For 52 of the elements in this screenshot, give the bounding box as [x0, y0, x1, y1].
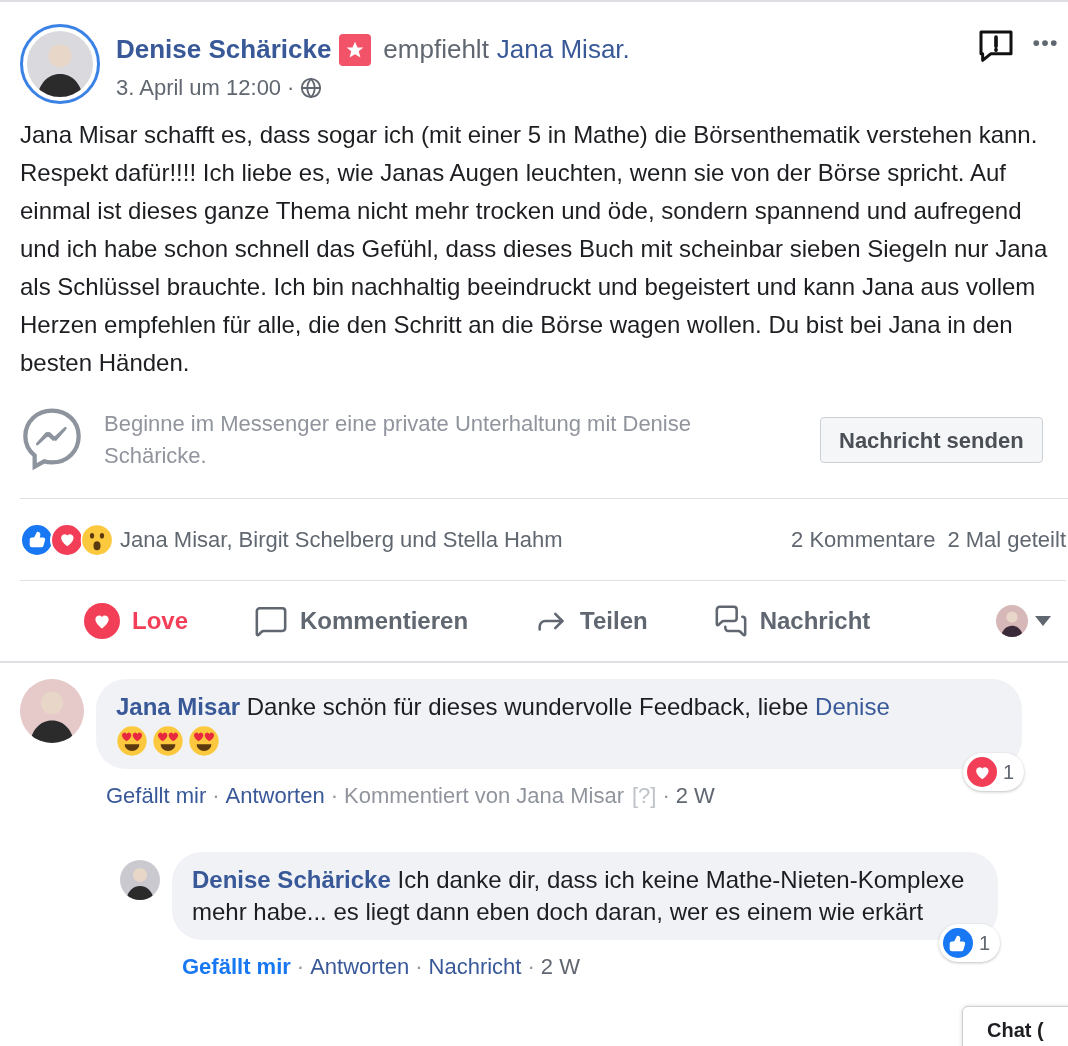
messenger-prompt: Beginne im Messenger eine private Unterhaltung mit Denise Schäricke. [104, 410, 692, 470]
wow-reaction-icon [80, 522, 114, 557]
reaction-badge[interactable]: 1 [962, 753, 1024, 791]
comment-count[interactable]: 2 Kommentare [791, 523, 936, 556]
comment-action-link[interactable]: Antworten [225, 779, 325, 812]
comment-text: Denise Schäricke Ich danke dir, dass ich keine Mathe-Nieten-Komplexe mehr habe... es liegt dann eben doch daran, wer es einem wie erkärt [192, 865, 966, 927]
chat-tab[interactable]: Chat ( [962, 1006, 1068, 1046]
comment-text: Jana Misar Danke schön für dieses wundervolle Feedback, liebe Denise [116, 692, 891, 722]
like-reaction-icon [940, 926, 975, 960]
separator-dot: · [527, 953, 535, 981]
action-button[interactable]: Love [84, 603, 188, 639]
comment-action-link[interactable]: Gefällt mir [106, 779, 207, 812]
heart-eyes-emoji-icon [152, 725, 184, 757]
heart-eyes-emoji-icon [116, 725, 148, 757]
comment-icon [254, 604, 288, 638]
recommend-verb: empfiehlt [383, 33, 489, 66]
separator-dot: · [662, 782, 670, 810]
post-text: Jana Misar schafft es, dass sogar ich (mit einer 5 in Mathe) die Börsenthematik verstehen kann. Respekt dafür!!!! Ich liebe es, wie Janas Augen leuchten, wenn sie von der Börse spricht. Auf einmal ist dieses ganze Thema nicht mehr trocken und öde, sondern spannend und aufregend und ich habe schon schnell das Gefühl, dass dieses Buch mit scheinbar sieben Siegeln nur Jana als Schlüssel brauchte. Ich bin nachhaltig beeindruckt und begeistert und kann Jana aus vollem Herzen empfehlen für alle, die den Schritt an die Börse wagen wollen. Du bist bei Jana in den besten Händen. [19, 120, 1049, 378]
comment-action-link[interactable]: Antworten [310, 950, 410, 983]
love-reaction-icon [964, 755, 999, 789]
comment-age: 2 W [675, 782, 715, 810]
separator-dot: · [296, 953, 305, 981]
separator-dot: · [330, 782, 338, 810]
separator-dot: · [415, 953, 423, 981]
comment-age: 2 W [540, 953, 580, 981]
action-button[interactable]: Kommentieren [254, 603, 469, 639]
separator-dot: · [212, 782, 220, 810]
share-count[interactable]: 2 Mal geteilt [947, 523, 1066, 556]
separator-dot: · [287, 74, 295, 102]
commented-by-note: Kommentiert von Jana Misar [343, 782, 624, 810]
avatar[interactable] [20, 24, 100, 104]
avatar [996, 605, 1028, 637]
author-name[interactable]: Denise Schäricke [116, 30, 332, 69]
caret-icon [1034, 615, 1052, 627]
comment-action-link[interactable]: Nachricht [428, 950, 522, 983]
globe-icon [300, 76, 323, 99]
send-message-button[interactable]: Nachricht senden [820, 417, 1043, 463]
message-icon [713, 604, 748, 638]
comment-author[interactable]: Denise Schäricke [192, 866, 391, 893]
audience-selector[interactable] [996, 605, 1052, 637]
page-link[interactable]: Jana Misar. [496, 30, 630, 69]
action-button[interactable]: Teilen [534, 603, 648, 639]
mention-link[interactable]: Denise [815, 693, 890, 720]
action-button[interactable]: Nachricht [713, 603, 871, 639]
post-time[interactable]: 3. April um 12:00 [116, 71, 282, 104]
heart-eyes-emoji-icon [188, 725, 220, 757]
comment-author[interactable]: Jana Misar [116, 693, 241, 720]
avatar[interactable] [120, 860, 160, 900]
recommend-icon [339, 33, 372, 66]
reaction-badge[interactable]: 1 [938, 924, 1000, 962]
reaction-names[interactable]: Jana Misar, Birgit Schelberg und Stella Hahm [120, 523, 563, 556]
comment-action-link[interactable]: Gefällt mir [182, 950, 291, 983]
